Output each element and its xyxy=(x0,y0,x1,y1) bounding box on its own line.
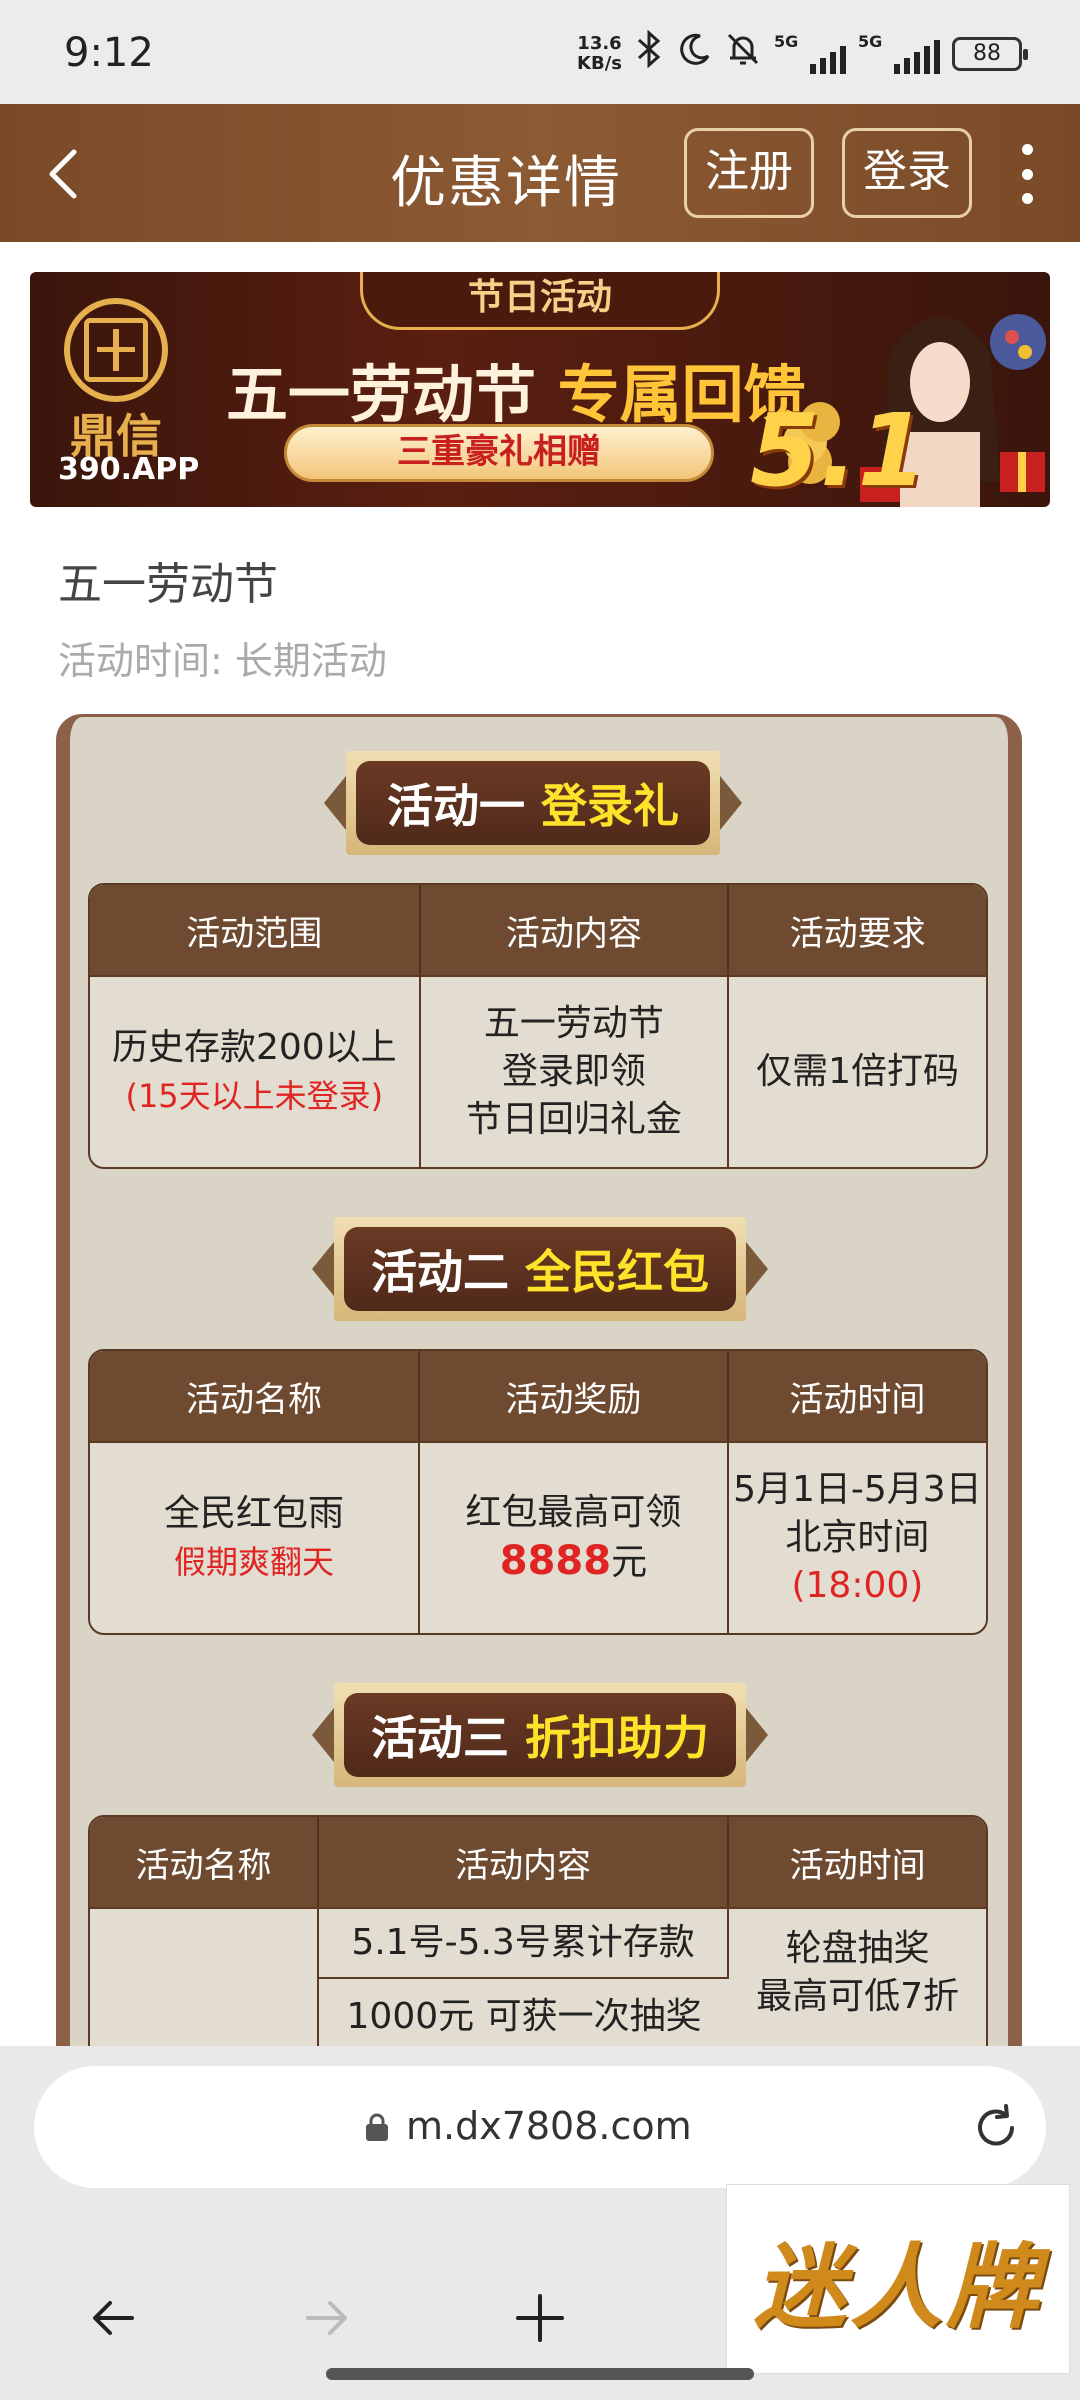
status-icons: 13.6 KB/s 5G 5G 88 xyxy=(577,29,1028,77)
activity3-title-highlight: 折扣助力 xyxy=(525,1711,709,1765)
article-time: 活动时间: 长期活动 xyxy=(58,639,387,683)
reload-icon[interactable] xyxy=(970,2102,1022,2154)
table-cell: 5.1号-5.3号累计存款 xyxy=(318,1907,730,1977)
table-header-cell: 活动名称 xyxy=(90,1817,319,1907)
banner-badge: 5.1 xyxy=(750,392,928,507)
battery-icon: 88 xyxy=(952,36,1028,71)
activity2-reward: 8888元 xyxy=(420,1537,727,1587)
article-title: 五一劳动节 xyxy=(58,559,278,610)
table-header-cell: 活动内容 xyxy=(318,1817,730,1907)
table-header-cell: 活动范围 xyxy=(90,885,421,975)
table-row: 全民红包雨 假期爽翻天 红包最高可领 8888元 5月1日-5月3日 北京时间 … xyxy=(90,1441,986,1633)
activity2-title-banner: 活动二 全民红包 xyxy=(312,1217,768,1321)
address-bar[interactable]: m.dx7808.com xyxy=(34,2066,1046,2188)
more-dot-icon xyxy=(1021,144,1033,155)
sim2-label: 5G xyxy=(858,31,883,51)
activity1-table: 活动范围 活动内容 活动要求 历史存款200以上 (15天以上未登录) 五一劳动… xyxy=(88,883,988,1169)
network-speed-unit: KB/s xyxy=(577,52,622,74)
table-cell: 轮盘抽奖 最高可低7折 xyxy=(729,1907,986,2054)
banner-tab: 节日活动 xyxy=(360,272,720,330)
activity3-time-line: 最高可低7折 xyxy=(756,1976,960,2017)
page-title: 优惠详情 xyxy=(390,151,622,216)
table-header-cell: 活动时间 xyxy=(729,1817,986,1907)
app-header: 优惠详情 注册 登录 xyxy=(0,104,1080,242)
banner-ribbon: 三重豪礼相赠 xyxy=(284,424,714,482)
more-dot-icon xyxy=(1021,193,1033,204)
table-header-cell: 活动时间 xyxy=(728,1351,986,1441)
activity1-title-highlight: 登录礼 xyxy=(541,779,679,833)
brand-logo-icon xyxy=(64,298,168,402)
table-cell: 现金折扣 xyxy=(90,1907,319,2054)
activity2-title-highlight: 全民红包 xyxy=(525,1245,709,1299)
table-header-row: 活动名称 活动奖励 活动时间 xyxy=(90,1351,986,1441)
activity1-title-banner: 活动一 登录礼 xyxy=(324,751,742,855)
sim1-label: 5G xyxy=(774,31,799,51)
table-header-cell: 活动名称 xyxy=(90,1351,421,1441)
activity1-content-line: 五一劳动节 xyxy=(483,1003,664,1044)
table-header-row: 活动范围 活动内容 活动要求 xyxy=(90,885,986,975)
activity2-time-line: 北京时间 xyxy=(785,1517,930,1558)
activity1-scope-note: (15天以上未登录) xyxy=(125,1077,384,1115)
activity2-table: 活动名称 活动奖励 活动时间 全民红包雨 假期爽翻天 红包最高可领 8888元 … xyxy=(88,1349,988,1635)
url-text: m.dx7808.com xyxy=(406,2104,692,2148)
status-time: 9:12 xyxy=(64,30,154,76)
activity3-time-line: 轮盘抽奖 xyxy=(785,1928,930,1969)
activity2-reward-unit: 元 xyxy=(611,1542,648,1583)
table-cell: 1000元 可获一次抽奖 xyxy=(318,1977,730,2054)
forward-arrow-icon[interactable] xyxy=(296,2288,356,2348)
activity1-content-line: 节日回归礼金 xyxy=(465,1099,682,1140)
status-bar: 9:12 13.6 KB/s 5G 5G 88 xyxy=(0,0,1080,104)
activity2-name-note: 假期爽翻天 xyxy=(174,1543,335,1581)
back-button[interactable] xyxy=(36,144,96,204)
activity2-reward-line: 红包最高可领 xyxy=(465,1492,682,1533)
back-arrow-icon[interactable] xyxy=(84,2288,144,2348)
table-cell: 全民红包雨 假期爽翻天 xyxy=(90,1441,421,1633)
register-button[interactable]: 注册 xyxy=(684,128,814,218)
table-header-cell: 活动奖励 xyxy=(420,1351,729,1441)
activity3-title-banner: 活动三 折扣助力 xyxy=(312,1683,768,1787)
table-row: 历史存款200以上 (15天以上未登录) 五一劳动节 登录即领 节日回归礼金 仅… xyxy=(90,975,986,1167)
bell-muted-icon xyxy=(724,30,762,77)
promo-content-panel: 活动一 登录礼 活动范围 活动内容 活动要求 历史存款200以上 (15天以上未… xyxy=(56,714,1022,2054)
activity2-time-highlight: (18:00) xyxy=(791,1565,924,1606)
table-cell: 历史存款200以上 (15天以上未登录) xyxy=(90,975,421,1167)
promo-banner[interactable]: 鼎信 390.APP 节日活动 五一劳动节 专属回馈 三重豪礼相赠 5.1 xyxy=(30,272,1050,507)
more-menu-button[interactable] xyxy=(1012,144,1042,204)
table-cell: 红包最高可领 8888元 xyxy=(420,1441,729,1633)
activity2-reward-amount: 8888 xyxy=(499,1538,612,1584)
banner-headline: 五一劳动节 专属回馈 xyxy=(226,344,806,434)
activity1-scope: 历史存款200以上 xyxy=(111,1027,397,1068)
banner-domain: 390.APP xyxy=(58,452,200,487)
table-cell: 5月1日-5月3日 北京时间 (18:00) xyxy=(728,1441,986,1633)
bluetooth-icon xyxy=(634,29,664,77)
lock-icon xyxy=(366,2113,388,2141)
more-dot-icon xyxy=(1021,168,1033,180)
activity2-title-label: 活动二 xyxy=(371,1245,509,1299)
activity3-title-label: 活动三 xyxy=(371,1711,509,1765)
screen: 9:12 13.6 KB/s 5G 5G 88 优惠详情 注册 登录 鼎信 39… xyxy=(0,0,1080,2400)
activity1-content-line: 登录即领 xyxy=(501,1051,646,1092)
table-cell: 仅需1倍打码 xyxy=(729,975,986,1167)
moon-icon xyxy=(676,30,712,77)
activity2-name: 全民红包雨 xyxy=(164,1493,345,1534)
table-header-cell: 活动内容 xyxy=(420,885,730,975)
table-header-cell: 活动要求 xyxy=(729,885,986,975)
activity3-table: 活动名称 活动内容 活动时间 现金折扣 5.1号-5.3号累计存款 轮盘抽奖 最… xyxy=(88,1815,988,2054)
signal-sim1-icon: 5G xyxy=(774,31,846,74)
login-button[interactable]: 登录 xyxy=(842,128,972,218)
table-header-row: 活动名称 活动内容 活动时间 xyxy=(90,1817,986,1907)
new-tab-plus-icon[interactable] xyxy=(510,2288,570,2348)
activity2-time-line: 5月1日-5月3日 xyxy=(733,1469,982,1510)
signal-sim2-icon: 5G xyxy=(858,31,940,74)
table-cell: 五一劳动节 登录即领 节日回归礼金 xyxy=(420,975,730,1167)
network-speed-value: 13.6 xyxy=(577,32,622,54)
home-indicator[interactable] xyxy=(326,2368,754,2380)
network-speed: 13.6 KB/s xyxy=(577,32,622,74)
table-row: 现金折扣 5.1号-5.3号累计存款 轮盘抽奖 最高可低7折 xyxy=(90,1907,986,2054)
chevron-left-icon xyxy=(49,149,77,199)
watermark-logo: 迷人牌 xyxy=(726,2184,1070,2374)
banner-headline-white: 五一劳动节 xyxy=(226,358,537,431)
activity1-title-label: 活动一 xyxy=(387,779,525,833)
activity1-requirement: 仅需1倍打码 xyxy=(756,1051,960,1092)
